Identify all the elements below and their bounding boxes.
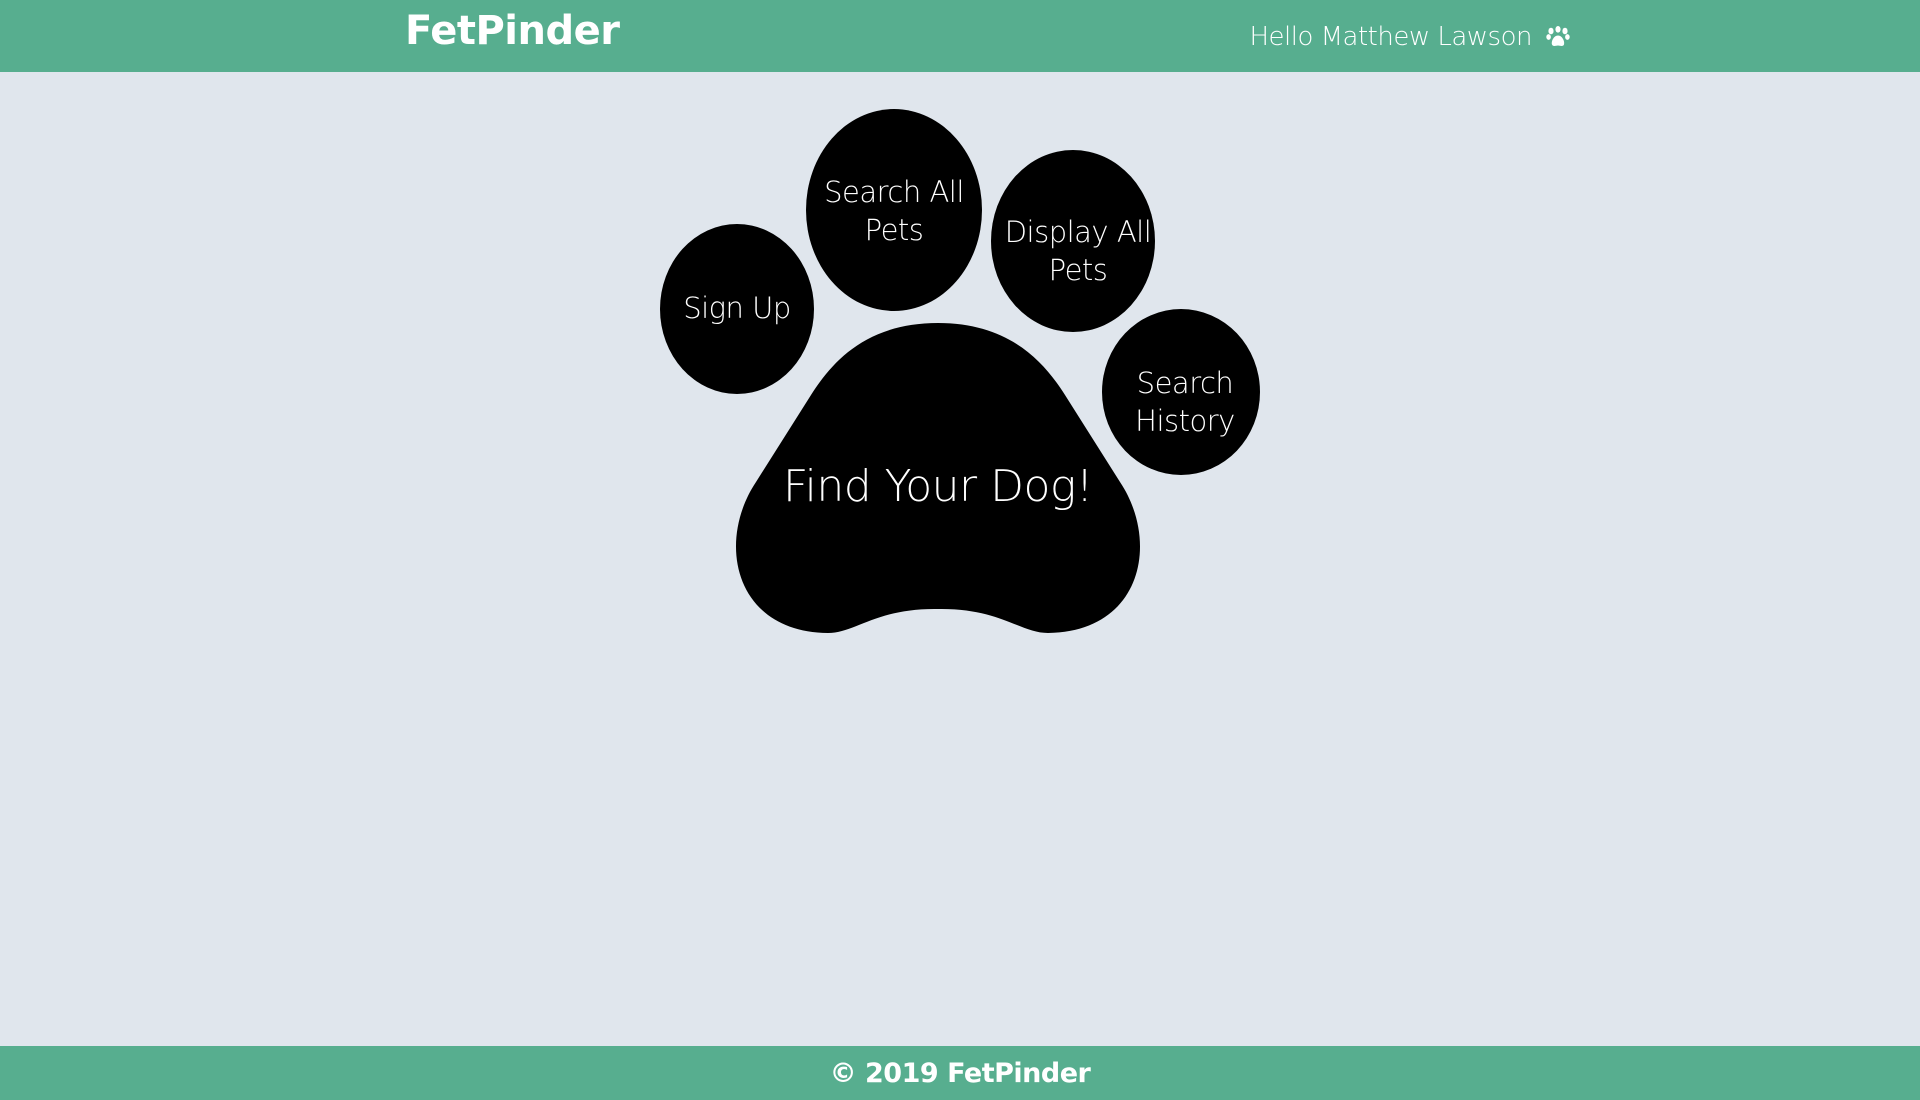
paw-icon — [1546, 26, 1570, 46]
sign-up-link[interactable]: Sign Up — [672, 274, 802, 344]
search-all-pets-link[interactable]: Search All Pets — [814, 172, 974, 252]
top-navbar: FetPinder Hello Matthew Lawson — [0, 0, 1920, 72]
find-your-dog-link[interactable]: Find Your Dog! — [758, 452, 1118, 522]
display-all-pets-link[interactable]: Display All Pets — [998, 212, 1158, 292]
main-content: Sign Up Search All Pets Display All Pets… — [0, 72, 1920, 1046]
search-history-link[interactable]: Search History — [1116, 363, 1254, 443]
greeting-text: Hello Matthew Lawson — [1249, 22, 1532, 52]
brand-logo-link[interactable]: FetPinder — [405, 8, 620, 54]
footer-copyright: © 2019 FetPinder — [829, 1057, 1091, 1089]
user-greeting[interactable]: Hello Matthew Lawson — [1249, 22, 1570, 52]
footer: © 2019 FetPinder — [0, 1046, 1920, 1100]
